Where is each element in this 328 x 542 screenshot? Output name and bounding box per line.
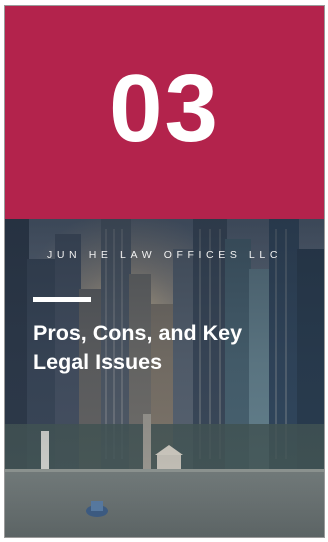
firm-name: JUN HE LAW OFFICES LLC (47, 249, 282, 261)
headline-line-1: Pros, Cons, and Key (33, 321, 243, 345)
cover-card: 03 JUN HE LAW OFFICES LLC Pros, Cons, an… (4, 5, 325, 538)
city-skyline-photo (5, 219, 324, 537)
accent-bar (33, 297, 91, 302)
headline: Pros, Cons, and Key Legal Issues (33, 319, 303, 377)
section-number: 03 (109, 54, 220, 162)
number-band: 03 (5, 6, 324, 219)
headline-line-2: Legal Issues (33, 350, 163, 374)
